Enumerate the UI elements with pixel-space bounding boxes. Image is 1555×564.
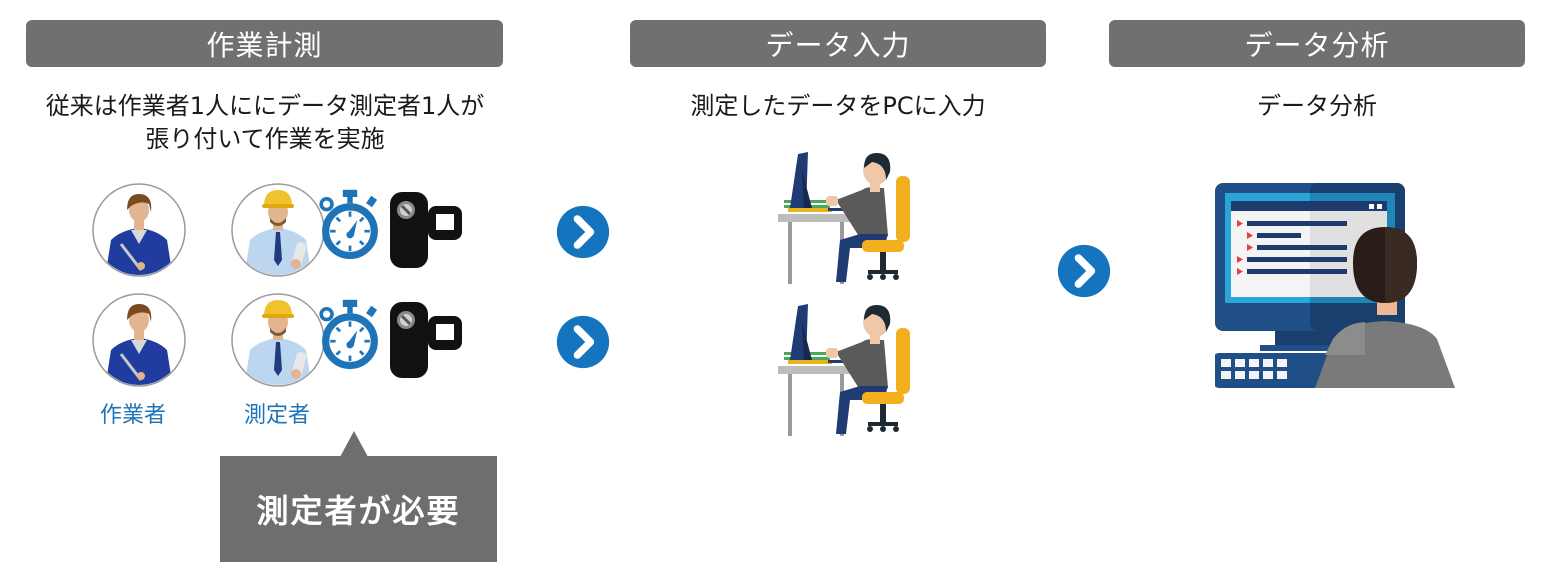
data-analysis-description: データ分析 bbox=[1257, 92, 1377, 120]
measurement-description: 従来は作業者1人ににデータ測定者1人が 張り付いて作業を実施 bbox=[0, 90, 530, 156]
section-header-measurement: 作業計測 bbox=[26, 20, 503, 67]
video-camera-icon bbox=[386, 190, 466, 270]
stopwatch-icon bbox=[314, 298, 386, 370]
measurer-avatar-icon bbox=[230, 292, 326, 388]
section-header-data-entry: データ入力 bbox=[630, 20, 1046, 67]
data-entry-description: 測定したデータをPCに入力 bbox=[690, 92, 986, 120]
worker-avatar-icon bbox=[91, 292, 187, 388]
callout-measurer-required: 測定者が必要 bbox=[220, 456, 497, 562]
worker-label: 作業者 bbox=[100, 403, 167, 428]
chevron-right-circle-icon bbox=[1056, 243, 1112, 299]
worker-avatar-icon bbox=[91, 182, 187, 278]
chevron-right-circle-icon bbox=[555, 204, 611, 260]
section-header-data-analysis: データ分析 bbox=[1109, 20, 1525, 67]
person-at-desk-icon bbox=[776, 150, 916, 285]
person-at-desk-icon bbox=[776, 302, 916, 437]
measurer-avatar-icon bbox=[230, 182, 326, 278]
measurer-label: 測定者 bbox=[244, 403, 311, 428]
video-camera-icon bbox=[386, 300, 466, 380]
measurement-description-line-1: 従来は作業者1人ににデータ測定者1人が bbox=[45, 92, 485, 120]
measurement-description-line-2: 張り付いて作業を実施 bbox=[145, 125, 385, 153]
callout-pointer bbox=[340, 431, 368, 457]
chevron-right-circle-icon bbox=[555, 314, 611, 370]
person-at-monitor-icon bbox=[1215, 183, 1455, 388]
stopwatch-icon bbox=[314, 188, 386, 260]
